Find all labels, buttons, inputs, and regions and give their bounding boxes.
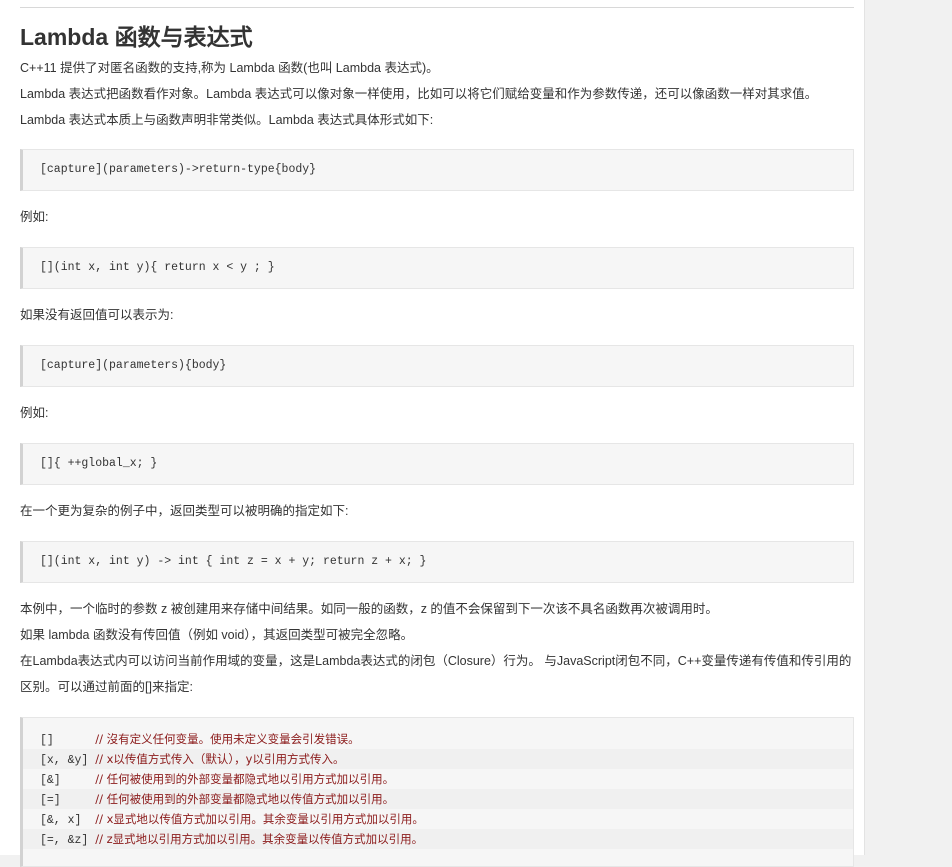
capture-row: [=, &z] // z显式地以引用方式加以引用。其余变量以传值方式加以引用。 <box>23 829 853 849</box>
capture-row: [=] // 任何被使用到的外部变量都隐式地以传值方式加以引用。 <box>23 789 853 809</box>
capture-comment: // z显式地以引用方式加以引用。其余变量以传值方式加以引用。 <box>95 832 424 846</box>
article-page: Lambda 函数与表达式 C++11 提供了对匿名函数的支持,称为 Lambd… <box>0 0 865 867</box>
capture-comment: // x以传值方式传入（默认），y以引用方式传入。 <box>95 752 345 766</box>
code-block-syntax: [capture](parameters)->return-type{body} <box>20 149 854 191</box>
code-line: [capture](parameters)->return-type{body} <box>40 163 317 176</box>
closure-paragraph: 在Lambda表达式内可以访问当前作用域的变量，这是Lambda表达式的闭包（C… <box>20 654 852 694</box>
capture-code: [] <box>40 734 96 747</box>
intro-paragraph-3: Lambda 表达式本质上与函数声明非常类似。Lambda 表达式具体形式如下: <box>20 113 434 127</box>
intro-paragraph-2: Lambda 表达式把函数看作对象。Lambda 表达式可以像对象一样使用，比如… <box>20 87 818 101</box>
capture-comment: // 任何被使用到的外部变量都隐式地以传值方式加以引用。 <box>95 792 395 806</box>
example-label-2: 例如: <box>20 406 49 420</box>
code-block-capture-list: [] // 沒有定义任何变量。使用未定义变量会引发错误。 [x, &y] // … <box>20 717 854 867</box>
top-divider <box>20 7 854 8</box>
code-block-return-type: [](int x, int y) -> int { int z = x + y;… <box>20 541 854 583</box>
capture-code: [&, x] <box>40 814 96 827</box>
code-block-no-return-syntax: [capture](parameters){body} <box>20 345 854 387</box>
no-return-paragraph: 如果没有返回值可以表示为: <box>20 308 174 322</box>
code-block-example-2: []{ ++global_x; } <box>20 443 854 485</box>
capture-comment: // 任何被使用到的外部变量都隐式地以引用方式加以引用。 <box>95 772 395 786</box>
temp-variable-paragraph: 本例中，一个临时的参数 z 被创建用来存储中间结果。如同一般的函数，z 的值不会… <box>20 602 718 616</box>
capture-row: [x, &y] // x以传值方式传入（默认），y以引用方式传入。 <box>23 749 853 769</box>
intro-paragraph-1: C++11 提供了对匿名函数的支持,称为 Lambda 函数(也叫 Lambda… <box>20 61 439 75</box>
code-line: [](int x, int y){ return x < y ; } <box>40 261 275 274</box>
capture-code: [x, &y] <box>40 754 96 767</box>
complex-example-paragraph: 在一个更为复杂的例子中，返回类型可以被明确的指定如下: <box>20 504 349 518</box>
capture-code: [=, &z] <box>40 834 96 847</box>
code-block-example-1: [](int x, int y){ return x < y ; } <box>20 247 854 289</box>
capture-code: [=] <box>40 794 96 807</box>
code-line: [](int x, int y) -> int { int z = x + y;… <box>40 555 427 568</box>
capture-comment: // 沒有定义任何变量。使用未定义变量会引发错误。 <box>95 732 360 746</box>
capture-row: [&] // 任何被使用到的外部变量都隐式地以引用方式加以引用。 <box>40 769 853 789</box>
example-label-1: 例如: <box>20 210 49 224</box>
code-line: []{ ++global_x; } <box>40 457 158 470</box>
capture-comment: // x显式地以传值方式加以引用。其余变量以引用方式加以引用。 <box>95 812 424 826</box>
code-line: [capture](parameters){body} <box>40 359 227 372</box>
capture-row: [&, x] // x显式地以传值方式加以引用。其余变量以引用方式加以引用。 <box>40 809 853 829</box>
capture-row: [] // 沒有定义任何变量。使用未定义变量会引发错误。 <box>40 729 853 749</box>
void-return-paragraph: 如果 lambda 函数没有传回值（例如 void），其返回类型可被完全忽略。 <box>20 628 414 642</box>
section-heading: Lambda 函数与表达式 <box>20 24 253 50</box>
capture-code: [&] <box>40 774 96 787</box>
